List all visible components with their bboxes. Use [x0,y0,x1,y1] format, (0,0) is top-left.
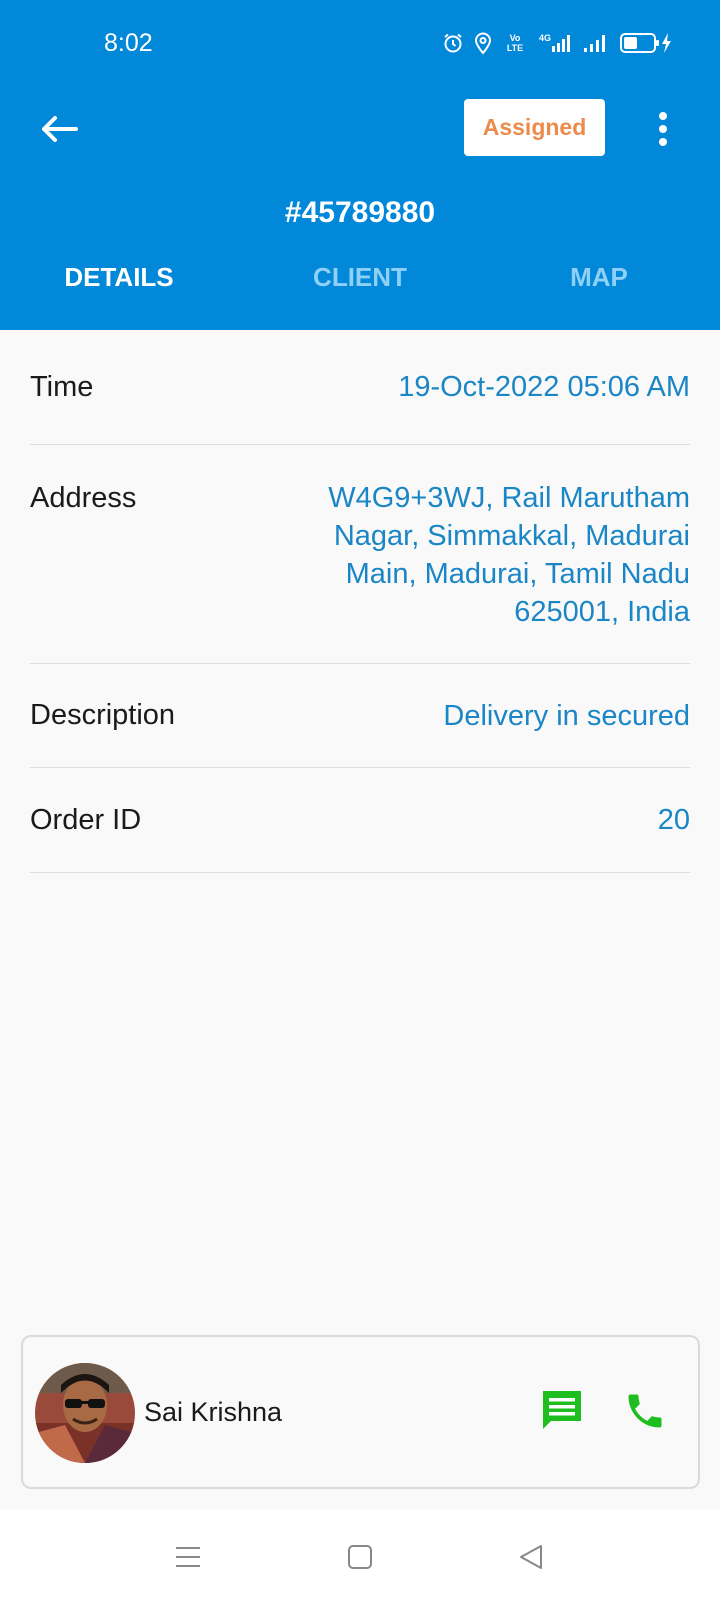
location-icon [474,32,492,54]
status-icons: Vo LTE 4G [442,32,672,54]
contact-card: Sai Krishna [21,1335,700,1489]
back-button[interactable] [34,104,84,154]
status-bar: 8:02 Vo LTE 4G [0,0,720,90]
chat-button[interactable] [539,1387,585,1433]
detail-label: Time [30,370,94,403]
home-icon [348,1545,372,1569]
call-button[interactable] [623,1389,667,1433]
battery-charging-icon [620,33,671,53]
phone-icon [628,1394,662,1428]
detail-value: 20 [657,804,690,836]
system-nav-bar [0,1510,720,1600]
4g-signal-icon: 4G [539,33,570,52]
detail-value: 19-Oct-2022 05:06 AM [398,371,690,403]
detail-row-time: Time 19-Oct-2022 05:06 AM [30,330,690,445]
more-vert-icon [659,112,667,146]
detail-label: Order ID [30,803,142,836]
detail-label: Description [30,699,176,731]
svg-text:Vo: Vo [510,33,521,43]
status-time: 8:02 [104,29,153,57]
status-badge[interactable]: Assigned [464,99,605,156]
detail-row-address: Address W4G9+3WJ, Rail Marutham Nagar, S… [30,445,690,664]
alarm-icon [444,33,462,53]
signal-icon [584,35,605,52]
menu-icon [176,1547,200,1567]
chat-icon [543,1391,581,1429]
tab-bar: DETAILS CLIENT MAP [0,262,720,304]
home-button[interactable] [335,1532,385,1582]
tab-client[interactable]: CLIENT [313,262,407,293]
arrow-left-icon [42,116,78,142]
order-details-list: Time 19-Oct-2022 05:06 AM Address W4G9+3… [30,330,690,873]
order-number-title: #45789880 [284,196,436,229]
tab-map[interactable]: MAP [570,262,628,293]
avatar [35,1363,135,1463]
more-options-button[interactable] [643,104,683,154]
tab-details[interactable]: DETAILS [64,262,173,293]
contact-name: Sai Krishna [144,1397,283,1427]
volte-icon: Vo LTE [507,33,523,53]
svg-text:LTE: LTE [507,43,523,53]
detail-row-description: Description Delivery in secured [30,664,690,768]
back-triangle-icon [520,1545,542,1569]
detail-row-order-id: Order ID 20 [30,768,690,873]
svg-text:4G: 4G [539,33,551,43]
detail-label: Address [30,482,137,514]
detail-value[interactable]: W4G9+3WJ, Rail Marutham Nagar, Simmakkal… [280,479,690,631]
recent-apps-button[interactable] [163,1532,213,1582]
detail-value: Delivery in secured [443,699,690,732]
back-nav-button[interactable] [506,1532,556,1582]
app-header: 8:02 Vo LTE 4G Assigned #45789880 DETAIL… [0,0,720,330]
